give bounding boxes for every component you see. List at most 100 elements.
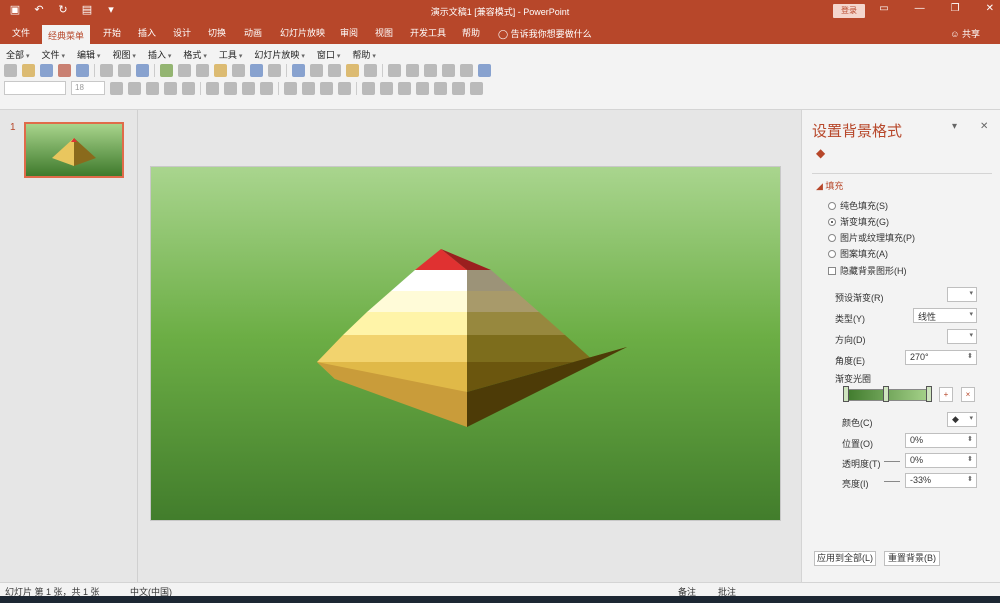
close-icon[interactable]: ✕ — [980, 121, 988, 132]
menu-window[interactable]: 窗口 — [317, 48, 340, 61]
reset-background-button[interactable]: 重置背景(B) — [884, 551, 940, 566]
pane-options-icon[interactable]: ▾ — [952, 121, 957, 132]
remove-stop-icon[interactable]: × — [961, 387, 975, 402]
tab-developer[interactable]: 开发工具 — [410, 26, 446, 39]
radio-button[interactable] — [828, 217, 836, 226]
shape-fill-icon[interactable] — [434, 81, 447, 95]
export-icon[interactable] — [76, 64, 89, 77]
pyramid-shape[interactable] — [151, 167, 782, 522]
shape-outline-icon[interactable] — [452, 81, 465, 95]
justify-icon[interactable] — [260, 81, 273, 95]
group-icon[interactable] — [416, 81, 429, 95]
numbering-icon[interactable] — [320, 81, 333, 95]
gradient-stop[interactable] — [926, 386, 932, 402]
chart-icon[interactable] — [292, 64, 305, 77]
gradient-fill-option[interactable]: 渐变填充(G) — [828, 215, 889, 228]
menu-file[interactable]: 文件 — [41, 48, 64, 61]
font-name-combo[interactable] — [4, 81, 66, 95]
tab-animations[interactable]: 动画 — [244, 26, 262, 39]
copy-icon[interactable] — [196, 64, 209, 77]
font-color-icon[interactable] — [362, 81, 375, 95]
italic-icon[interactable] — [128, 81, 141, 95]
tab-help[interactable]: 帮助 — [462, 26, 480, 39]
align-right-icon[interactable] — [242, 81, 255, 95]
redo-icon[interactable] — [268, 64, 281, 77]
spellcheck-icon[interactable] — [160, 64, 173, 77]
menu-view[interactable]: 视图 — [112, 48, 135, 61]
fill-bucket-icon[interactable]: ◆ — [816, 146, 832, 160]
bold-icon[interactable] — [110, 81, 123, 95]
hide-background-graphics[interactable]: 隐藏背景图形(H) — [828, 264, 907, 277]
menu-insert[interactable]: 插入 — [148, 48, 171, 61]
new-icon[interactable] — [4, 64, 17, 77]
help-icon[interactable] — [478, 64, 491, 77]
spinner-icon[interactable]: ⬍ — [967, 475, 973, 483]
line-style-icon[interactable] — [364, 64, 377, 77]
zoom-icon[interactable] — [460, 64, 473, 77]
transparency-input[interactable]: 0% ⬍ — [905, 453, 977, 468]
menu-tools[interactable]: 工具 — [219, 48, 242, 61]
tab-review[interactable]: 审阅 — [340, 26, 358, 39]
indent-icon[interactable] — [338, 81, 351, 95]
tab-transitions[interactable]: 切换 — [208, 26, 226, 39]
tab-file[interactable]: 文件 — [12, 26, 30, 39]
char-spacing-icon[interactable] — [182, 81, 195, 95]
spinner-icon[interactable]: ⬍ — [967, 435, 973, 443]
underline-icon[interactable] — [146, 81, 159, 95]
format-painter-icon[interactable] — [232, 64, 245, 77]
angle-input[interactable]: 270° ⬍ — [905, 350, 977, 365]
text-direction-icon[interactable] — [380, 81, 393, 95]
pattern-fill-option[interactable]: 图案填充(A) — [828, 247, 888, 260]
menu-edit[interactable]: 编辑 — [77, 48, 100, 61]
textbox-icon[interactable] — [424, 64, 437, 77]
undo-icon[interactable] — [250, 64, 263, 77]
position-input[interactable]: 0% ⬍ — [905, 433, 977, 448]
menu-help[interactable]: 帮助 — [352, 48, 375, 61]
arrange-icon[interactable] — [398, 81, 411, 95]
tab-slideshow[interactable]: 幻灯片放映 — [280, 26, 325, 39]
save-as-icon[interactable] — [58, 64, 71, 77]
strikethrough-icon[interactable] — [164, 81, 177, 95]
spinner-icon[interactable]: ⬍ — [967, 352, 973, 360]
maximize-icon[interactable]: ❐ — [951, 3, 960, 14]
align-left-icon[interactable] — [206, 81, 219, 95]
brightness-slider[interactable] — [884, 481, 900, 482]
picture-fill-option[interactable]: 图片或纹理填充(P) — [828, 231, 915, 244]
print-preview-icon[interactable] — [118, 64, 131, 77]
bullets-icon[interactable] — [302, 81, 315, 95]
save-icon[interactable] — [40, 64, 53, 77]
fill-section-header[interactable]: ◢ 填充 — [816, 179, 843, 192]
login-button[interactable]: 登录 — [833, 4, 865, 18]
tab-insert[interactable]: 插入 — [138, 26, 156, 39]
table-icon[interactable] — [310, 64, 323, 77]
menu-all[interactable]: 全部 — [6, 48, 29, 61]
type-select[interactable]: 线性 ▾ — [913, 308, 977, 323]
add-stop-icon[interactable]: + — [939, 387, 953, 402]
slide-thumbnail[interactable] — [24, 122, 124, 178]
columns-icon[interactable] — [284, 81, 297, 95]
apply-to-all-button[interactable]: 应用到全部(L) — [814, 551, 876, 566]
align-center-icon[interactable] — [224, 81, 237, 95]
brightness-input[interactable]: -33% ⬍ — [905, 473, 977, 488]
share-button[interactable]: ☺ 共享 — [950, 27, 980, 40]
menu-format[interactable]: 格式 — [183, 48, 206, 61]
shapes-icon[interactable] — [442, 64, 455, 77]
minimize-icon[interactable]: — — [915, 3, 925, 14]
frame-icon[interactable] — [136, 64, 149, 77]
slide-canvas[interactable] — [150, 166, 781, 521]
layout-icon[interactable] — [388, 64, 401, 77]
font-size-combo[interactable]: 18 — [71, 81, 105, 95]
solid-fill-option[interactable]: 纯色填充(S) — [828, 199, 888, 212]
cut-icon[interactable] — [178, 64, 191, 77]
ribbon-display-icon[interactable]: ▭ — [879, 3, 888, 14]
color-picker[interactable]: ◆ ▾ — [947, 412, 977, 427]
radio-button[interactable] — [828, 233, 836, 242]
print-icon[interactable] — [100, 64, 113, 77]
tell-me-search[interactable]: ◯ 告诉我你想要做什么 — [498, 27, 592, 40]
smartart-icon[interactable] — [328, 64, 341, 77]
tab-classic-menu[interactable]: 经典菜单 — [42, 25, 91, 44]
picture-icon[interactable] — [346, 64, 359, 77]
tab-design[interactable]: 设计 — [173, 26, 191, 39]
radio-button[interactable] — [828, 249, 836, 258]
spinner-icon[interactable]: ⬍ — [967, 455, 973, 463]
